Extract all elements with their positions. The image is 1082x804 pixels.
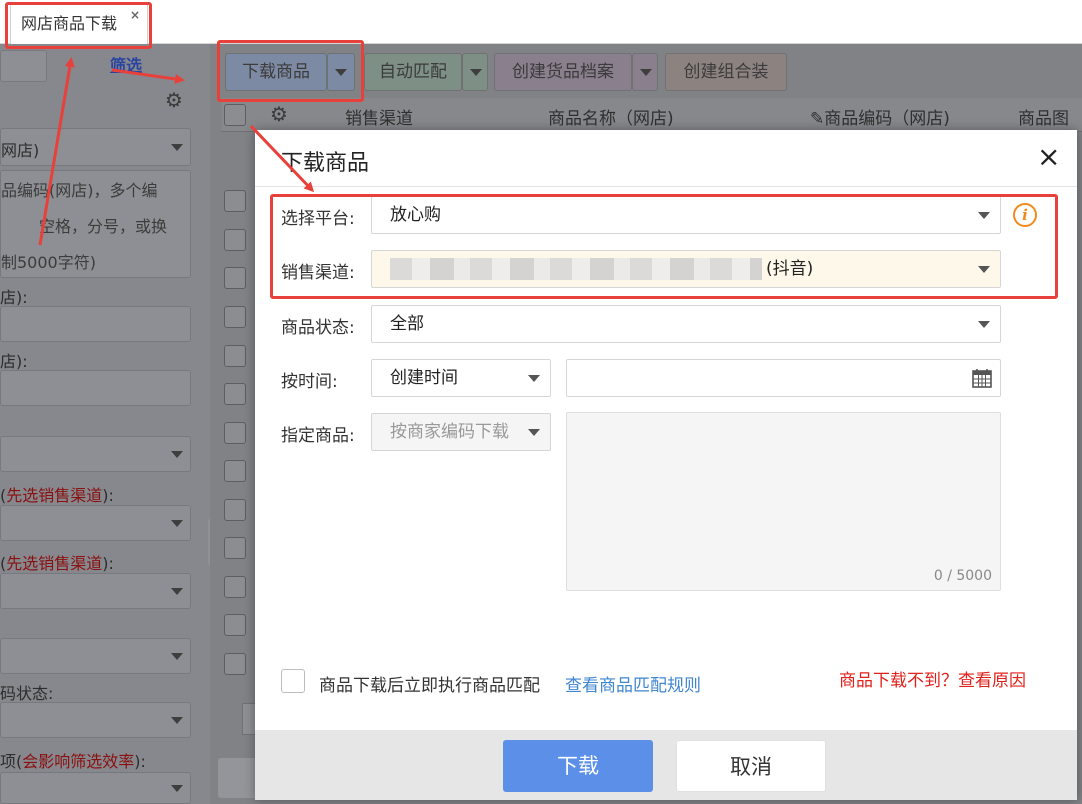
create-archive-button[interactable]: 创建货品档案 [494,53,632,91]
row-checkbox[interactable] [224,306,246,328]
column-settings-gear-icon[interactable]: ⚙ [270,102,288,126]
chevron-down-icon [171,451,183,458]
left-label-f: 项(会影响筛选效率): [0,752,146,771]
column-header-product-code[interactable]: ✎商品编码（网店) [810,104,950,129]
cannot-download-reason-link[interactable]: 商品下载不到？查看原因 [839,666,1026,691]
row-checkbox[interactable] [224,267,246,289]
goods-mode-select[interactable]: 按商家编码下载 [371,413,551,451]
textarea-line-1: 品编码(网店)，多个编 [1,181,158,200]
chevron-down-icon [978,321,990,328]
left-select-c[interactable] [0,436,191,472]
textarea-line-3: 制5000字符) [1,253,96,272]
left-label-b: 店): [0,352,28,371]
pager-box[interactable] [242,703,256,735]
dialog-footer [255,730,1077,800]
auto-match-checkbox[interactable] [281,669,305,693]
column-header-channel[interactable]: 销售渠道 [345,104,413,129]
row-checkbox[interactable] [224,422,246,444]
date-range-input[interactable] [566,359,1001,397]
left-select-e[interactable] [0,573,191,609]
status-select[interactable]: 全部 [371,305,1001,343]
match-rules-link[interactable]: 查看商品匹配规则 [565,671,701,696]
chevron-down-icon [470,69,482,76]
create-archive-dropdown-button[interactable] [632,53,658,91]
annotation-box-tab [5,2,152,49]
left-input-a[interactable] [0,306,191,342]
left-search-box[interactable] [0,50,47,82]
goods-label: 指定商品: [281,426,355,446]
chevron-down-icon [640,69,652,76]
chevron-down-icon [171,520,183,527]
chevron-down-icon [171,653,183,660]
row-checkbox[interactable] [224,537,246,559]
time-type-value: 创建时间 [390,368,458,388]
column-header-product-name[interactable]: 商品名称（网店) [548,104,674,129]
left-label-d: (先选销售渠道): [0,554,114,573]
textarea-line-2: 空格，分号，或换 [39,217,168,236]
filter-gear-icon[interactable]: ⚙ [165,88,183,112]
download-button[interactable]: 下载 [503,740,653,792]
left-label-c: (先选销售渠道): [0,486,114,505]
close-icon[interactable]: × [1037,140,1060,173]
row-checkbox[interactable] [224,614,246,636]
cancel-button[interactable]: 取消 [676,740,826,792]
time-label: 按时间: [281,372,338,392]
dialog-title: 下载商品 [281,151,370,176]
row-checkbox[interactable] [224,576,246,598]
filter-link[interactable]: 筛选 [110,52,142,76]
row-checkbox[interactable] [224,190,246,212]
left-code-textarea[interactable]: 品编码(网店)，多个编 空格，分号，或换 制5000字符) [0,170,191,278]
dialog-divider [255,186,1077,187]
chevron-down-icon [171,144,183,151]
tab-bar [0,0,1082,44]
row-checkbox[interactable] [224,499,246,521]
select-all-checkbox[interactable] [224,104,246,126]
auto-match-dropdown-button[interactable] [462,53,488,91]
annotation-box-platform-channel [270,194,1058,299]
goods-mode-value: 按商家编码下载 [390,422,509,442]
footer-button[interactable] [218,758,258,798]
goods-code-textarea[interactable]: 0 / 5000 [566,412,1001,591]
left-select-d[interactable] [0,505,191,541]
row-checkbox[interactable] [224,653,246,675]
status-value: 全部 [390,314,424,334]
row-checkbox[interactable] [224,383,246,405]
left-select-f[interactable] [0,638,191,674]
left-label-a: 店): [0,288,28,307]
chevron-down-icon [528,429,540,436]
left-select-h[interactable] [0,772,191,804]
chevron-down-icon [171,785,183,792]
row-checkbox[interactable] [224,345,246,367]
char-counter: 0 / 5000 [933,568,992,584]
chevron-down-icon [171,717,183,724]
chevron-down-icon [528,375,540,382]
status-label: 商品状态: [281,318,355,338]
left-label-e: 码状态: [0,684,54,703]
calendar-icon[interactable] [972,368,992,388]
time-type-select[interactable]: 创建时间 [371,359,551,397]
annotation-box-download-button [217,40,364,102]
column-header-product-image[interactable]: 商品图 [1018,104,1069,129]
left-input-b[interactable] [0,370,191,406]
row-checkbox[interactable] [224,460,246,482]
chevron-down-icon [171,588,183,595]
row-checkbox[interactable] [224,229,246,251]
left-select-value: 网店) [1,141,40,160]
left-select-shop[interactable]: 网店) [0,128,191,166]
create-combo-button[interactable]: 创建组合装 [665,53,787,91]
left-select-g[interactable] [0,702,191,738]
auto-match-button[interactable]: 自动匹配 [364,53,462,91]
auto-match-checkbox-label: 商品下载后立即执行商品匹配 [319,676,540,696]
